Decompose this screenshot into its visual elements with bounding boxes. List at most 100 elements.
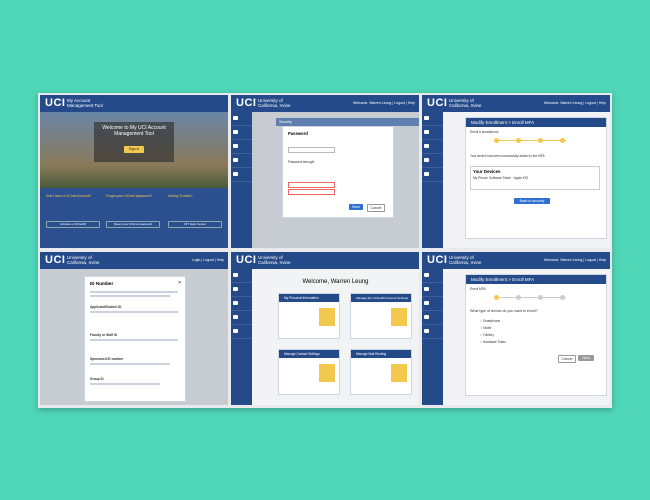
sidebar-item-security[interactable] — [231, 126, 252, 140]
device-question: What type of device do you want to enrol… — [470, 309, 538, 313]
uci-logo: UCI — [45, 254, 66, 266]
next-button[interactable]: Next — [578, 355, 594, 361]
top-links[interactable]: Login | Logout | Help — [192, 258, 224, 262]
back-to-security-button[interactable]: Back to security — [514, 198, 550, 204]
route-icon — [391, 364, 407, 382]
help-center-button[interactable]: OIT Help Center — [168, 221, 222, 228]
dialog-title: Password — [288, 131, 308, 136]
sidebar-item-personal[interactable] — [422, 112, 443, 126]
step-dot — [560, 138, 565, 143]
dashboard-card-personal[interactable]: My Personal Information — [278, 293, 340, 339]
dashboard-card-account[interactable]: Manage My UCInetID Account Settings — [350, 293, 412, 339]
device-entry: My Phone: Software Token · Apple iOS — [473, 176, 529, 180]
sidebar-item-devices[interactable] — [422, 311, 443, 325]
step-dot — [538, 138, 543, 143]
step-dot — [560, 295, 565, 300]
sidebar-item-personal[interactable] — [231, 112, 252, 126]
sidebar-item-email[interactable] — [422, 325, 443, 339]
top-links[interactable]: Welcome, Warren Leung | Logout | Help — [353, 101, 415, 105]
mail-icon — [233, 172, 238, 176]
sidebar — [422, 112, 443, 248]
lock-icon — [391, 308, 407, 326]
section-title: Security — [276, 118, 419, 126]
sidebar-item-email[interactable] — [231, 325, 252, 339]
step-dot — [494, 295, 499, 300]
shield-icon — [424, 287, 429, 291]
sidebar-item-password[interactable] — [231, 297, 252, 311]
sidebar-item-security[interactable] — [422, 283, 443, 297]
top-links[interactable]: Welcome, Warren Leung | Logout | Help — [544, 258, 606, 262]
welcome-heading: Welcome, Warren Leung — [302, 279, 369, 285]
person-icon — [233, 273, 238, 277]
success-text: Your device has been successfully added … — [470, 154, 545, 158]
tile-mfa-success: UCI University of California, Irvine Welc… — [422, 95, 610, 248]
device-option[interactable]: ○ Tablet — [480, 326, 491, 330]
device-option[interactable]: ○ Hardware Token — [480, 340, 506, 344]
tile-dashboard: UCI University of California, Irvine Welc… — [231, 252, 419, 405]
key-icon — [233, 144, 238, 148]
shield-icon — [233, 130, 238, 134]
shield-icon — [233, 287, 238, 291]
sidebar-item-email[interactable] — [231, 168, 252, 182]
phone-icon — [233, 158, 238, 162]
sidebar-item-security[interactable] — [422, 126, 443, 140]
uci-logo: UCI — [236, 254, 257, 266]
person-icon — [233, 116, 238, 120]
person-icon — [424, 116, 429, 120]
cancel-button[interactable]: Cancel — [558, 355, 576, 363]
header: UCI My Account Management Tool — [40, 95, 228, 112]
top-links[interactable]: Welcome, Warren Leung | Logout | Help — [544, 101, 606, 105]
id-card-icon — [319, 308, 335, 326]
card-title: Modify Enrollment > Enroll MFA — [466, 118, 606, 127]
mail-icon — [319, 364, 335, 382]
sign-in-button[interactable]: Sign in — [124, 146, 144, 153]
step-dot — [538, 295, 543, 300]
sidebar-item-devices[interactable] — [231, 311, 252, 325]
mail-icon — [233, 329, 238, 333]
save-button[interactable]: Save — [349, 204, 363, 210]
new-password-input[interactable] — [288, 147, 335, 153]
device-option[interactable]: ○ Yubikey — [480, 333, 494, 337]
step-dot — [494, 138, 499, 143]
mfa-card: Modify Enrollment > Enroll MFA Enroll a … — [465, 117, 607, 239]
sidebar-item-personal[interactable] — [231, 269, 252, 283]
id-number-modal: ID Number × Applicant/Student ID Faculty… — [84, 276, 186, 402]
mail-icon — [424, 172, 429, 176]
activate-button[interactable]: Activate a UCInetID — [46, 221, 100, 228]
phone-icon — [233, 315, 238, 319]
uci-logo: UCI — [427, 97, 448, 109]
reset-password-button[interactable]: Reset your UCInet password — [106, 221, 160, 228]
sidebar-item-password[interactable] — [231, 140, 252, 154]
sidebar-item-security[interactable] — [231, 283, 252, 297]
confirm-password-input[interactable] — [288, 182, 335, 188]
sidebar — [231, 269, 252, 405]
password-dialog: Password Password strength Save Cancel — [282, 126, 394, 218]
close-icon[interactable]: × — [178, 280, 181, 286]
step-dot — [516, 295, 521, 300]
sidebar-item-devices[interactable] — [422, 154, 443, 168]
dashboard-card-contact[interactable]: Manage Contact Settings — [278, 349, 340, 395]
welcome-box: Welcome to My UCI Account Management Too… — [94, 122, 174, 162]
tile-landing: UCI My Account Management Tool Welcome to… — [40, 95, 228, 248]
sidebar-item-personal[interactable] — [422, 269, 443, 283]
mfa-device-card: Modify Enrollment > Enroll MFA Enroll MF… — [465, 274, 607, 396]
sidebar — [422, 269, 443, 405]
phone-icon — [424, 158, 429, 162]
confirm-password-input-2[interactable] — [288, 189, 335, 195]
sidebar-item-password[interactable] — [422, 140, 443, 154]
sidebar-item-devices[interactable] — [231, 154, 252, 168]
step-dot — [516, 138, 521, 143]
sidebar-item-password[interactable] — [422, 297, 443, 311]
device-option[interactable]: ○ Smartphone — [480, 319, 500, 323]
dashboard-card-mail[interactable]: Manage Mail Routing — [350, 349, 412, 395]
tile-mfa-device: UCI University of California, Irvine Welc… — [422, 252, 610, 405]
card-title: Modify Enrollment > Enroll MFA — [466, 275, 606, 284]
tile-id-number: UCI University of California, Irvine Logi… — [40, 252, 228, 405]
cancel-button[interactable]: Cancel — [367, 204, 385, 212]
sidebar-item-email[interactable] — [422, 168, 443, 182]
shield-icon — [424, 130, 429, 134]
uci-logo: UCI — [45, 97, 66, 109]
phone-icon — [424, 315, 429, 319]
info-band: Don't have a UCInet Account? Forgot your… — [40, 188, 228, 248]
key-icon — [424, 144, 429, 148]
